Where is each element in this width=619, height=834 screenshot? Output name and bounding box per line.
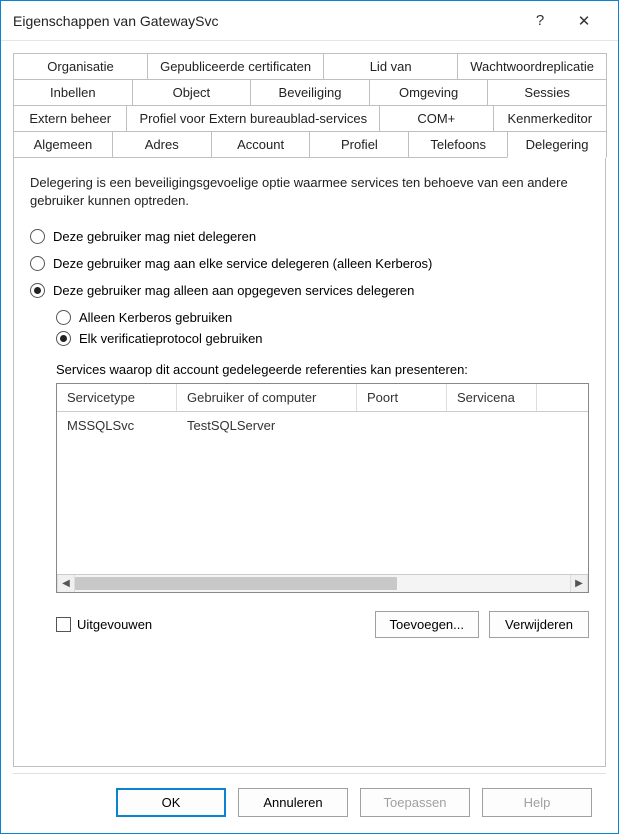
tab-profiel[interactable]: Profiel	[309, 131, 409, 158]
titlebar: Eigenschappen van GatewaySvc ? ✕	[1, 1, 618, 41]
cancel-button[interactable]: Annuleren	[238, 788, 348, 817]
radio-label: Elk verificatieprotocol gebruiken	[79, 331, 263, 346]
radio-delegate-any[interactable]: Deze gebruiker mag aan elke service dele…	[30, 256, 589, 271]
radio-label: Deze gebruiker mag niet delegeren	[53, 229, 256, 244]
cell-servicename	[447, 412, 537, 439]
help-icon[interactable]: ?	[518, 6, 562, 36]
checkbox-icon	[56, 617, 71, 632]
tab-profiel-rds[interactable]: Profiel voor Extern bureaublad-services	[126, 105, 380, 132]
radio-label: Alleen Kerberos gebruiken	[79, 310, 232, 325]
scroll-right-icon[interactable]: ▶	[570, 575, 588, 592]
listview-body: MSSQLSvc TestSQLServer	[57, 412, 588, 574]
ok-button[interactable]: OK	[116, 788, 226, 817]
radio-icon	[56, 331, 71, 346]
tabpanel-delegering: Delegering is een beveiligingsgevoelige …	[13, 157, 606, 767]
apply-button[interactable]: Toepassen	[360, 788, 470, 817]
tab-sessies[interactable]: Sessies	[487, 79, 607, 106]
window-title: Eigenschappen van GatewaySvc	[13, 13, 518, 29]
tab-adres[interactable]: Adres	[112, 131, 212, 158]
radio-any-protocol[interactable]: Elk verificatieprotocol gebruiken	[56, 331, 589, 346]
delegation-intro: Delegering is een beveiligingsgevoelige …	[30, 174, 589, 209]
scroll-left-icon[interactable]: ◀	[57, 575, 75, 592]
radio-label: Deze gebruiker mag alleen aan opgegeven …	[53, 283, 414, 298]
radio-icon	[30, 256, 45, 271]
tab-com-plus[interactable]: COM+	[379, 105, 493, 132]
horizontal-scrollbar[interactable]: ◀ ▶	[57, 574, 588, 592]
tab-wachtwoordreplicatie[interactable]: Wachtwoordreplicatie	[457, 53, 607, 80]
tab-gepubliceerde-certificaten[interactable]: Gepubliceerde certificaten	[147, 53, 324, 80]
radio-no-delegate[interactable]: Deze gebruiker mag niet delegeren	[30, 229, 589, 244]
tab-delegering[interactable]: Delegering	[507, 131, 607, 158]
cell-servicetype: MSSQLSvc	[57, 412, 177, 439]
col-port[interactable]: Poort	[357, 384, 447, 411]
radio-icon	[30, 229, 45, 244]
remove-button[interactable]: Verwijderen	[489, 611, 589, 638]
tab-beveiliging[interactable]: Beveiliging	[250, 79, 370, 106]
cell-user-or-computer: TestSQLServer	[177, 412, 357, 439]
expanded-checkbox[interactable]: Uitgevouwen	[56, 617, 365, 632]
table-row[interactable]: MSSQLSvc TestSQLServer	[57, 412, 588, 439]
tab-object[interactable]: Object	[132, 79, 252, 106]
col-servicetype[interactable]: Servicetype	[57, 384, 177, 411]
scroll-track[interactable]	[75, 575, 570, 592]
tab-inbellen[interactable]: Inbellen	[13, 79, 133, 106]
tab-kenmerkeditor[interactable]: Kenmerkeditor	[493, 105, 607, 132]
tab-organisatie[interactable]: Organisatie	[13, 53, 148, 80]
tab-extern-beheer[interactable]: Extern beheer	[13, 105, 127, 132]
services-label: Services waarop dit account gedelegeerde…	[56, 362, 589, 377]
radio-kerberos-only[interactable]: Alleen Kerberos gebruiken	[56, 310, 589, 325]
tabs: Organisatie Gepubliceerde certificaten L…	[13, 53, 606, 157]
services-listview[interactable]: Servicetype Gebruiker of computer Poort …	[56, 383, 589, 593]
listview-headers: Servicetype Gebruiker of computer Poort …	[57, 384, 588, 412]
close-icon[interactable]: ✕	[562, 6, 606, 36]
content-area: Organisatie Gepubliceerde certificaten L…	[1, 41, 618, 833]
help-button[interactable]: Help	[482, 788, 592, 817]
radio-icon	[30, 283, 45, 298]
add-button[interactable]: Toevoegen...	[375, 611, 479, 638]
col-servicename[interactable]: Servicena	[447, 384, 537, 411]
radio-icon	[56, 310, 71, 325]
tab-lid-van[interactable]: Lid van	[323, 53, 458, 80]
radio-delegate-specified[interactable]: Deze gebruiker mag alleen aan opgegeven …	[30, 283, 589, 298]
tab-telefoons[interactable]: Telefoons	[408, 131, 508, 158]
scroll-thumb[interactable]	[75, 577, 397, 590]
expanded-label: Uitgevouwen	[77, 617, 152, 632]
dialog-footer: OK Annuleren Toepassen Help	[13, 773, 606, 833]
cell-port	[357, 412, 447, 439]
tab-account[interactable]: Account	[211, 131, 311, 158]
radio-label: Deze gebruiker mag aan elke service dele…	[53, 256, 432, 271]
tab-omgeving[interactable]: Omgeving	[369, 79, 489, 106]
tab-algemeen[interactable]: Algemeen	[13, 131, 113, 158]
col-user-or-computer[interactable]: Gebruiker of computer	[177, 384, 357, 411]
